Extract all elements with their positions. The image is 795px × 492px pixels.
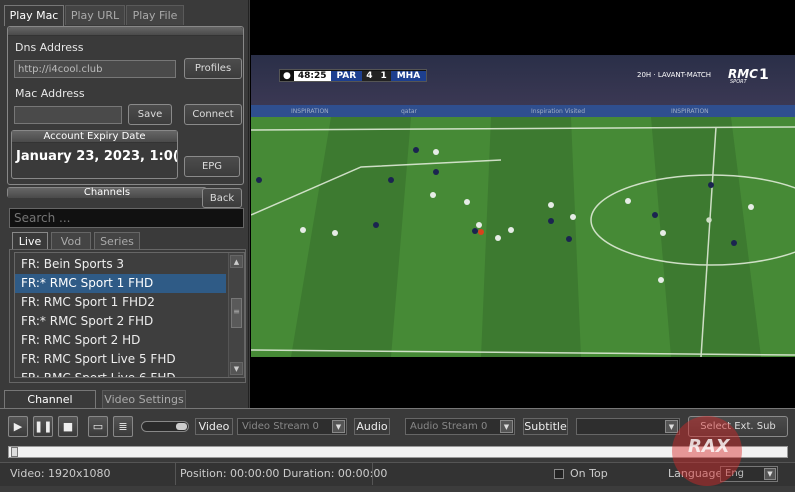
expiry-value: January 23, 2023, 1:0(: [16, 149, 177, 164]
subtitle-select[interactable]: ▼: [576, 418, 680, 435]
dns-input[interactable]: http://i4cool.club: [14, 60, 176, 78]
epg-button[interactable]: EPG: [184, 156, 240, 177]
channels-header: Channels: [7, 187, 207, 198]
watermark-logo: RAX: [672, 416, 742, 486]
tab-channel-settings[interactable]: Channel Settings: [4, 390, 96, 423]
audio-label: Audio: [354, 418, 390, 435]
ball-icon: ●: [283, 70, 291, 81]
chevron-down-icon[interactable]: ▼: [500, 420, 513, 433]
seek-bar[interactable]: [8, 446, 788, 458]
channel-item[interactable]: FR: RMC Sport Live 6 FHD: [15, 369, 226, 377]
channels-label: Channels: [8, 188, 206, 198]
video-area[interactable]: INSPIRATION qatar Inspiration Visited INSPI…: [250, 0, 795, 410]
channel-logo-sub: SPORT: [730, 79, 747, 85]
video-stream-value: Video Stream 0: [242, 421, 319, 432]
on-top-checkbox[interactable]: [554, 469, 564, 479]
mac-label: Mac Address: [15, 87, 85, 100]
chevron-down-icon[interactable]: ▼: [665, 420, 678, 433]
channel-item[interactable]: FR: RMC Sport Live 5 FHD: [15, 350, 226, 369]
on-top-label: On Top: [570, 467, 608, 480]
tab-vod[interactable]: Vod: [51, 232, 91, 250]
channel-scrollbar[interactable]: ▲ ≡ ▼: [228, 253, 244, 377]
home-team: PAR: [330, 70, 363, 81]
svg-text:INSPIRATION: INSPIRATION: [671, 108, 709, 115]
match-clock: 48:25: [293, 70, 331, 81]
match-image: INSPIRATION qatar Inspiration Visited INSPI…: [251, 55, 795, 357]
expiry-label: Account Expiry Date: [12, 131, 177, 143]
tab-play-url[interactable]: Play URL: [65, 5, 125, 25]
stop-icon[interactable]: ■: [58, 416, 78, 437]
svg-text:INSPIRATION: INSPIRATION: [291, 108, 329, 115]
search-input[interactable]: [9, 208, 244, 228]
svg-text:qatar: qatar: [401, 108, 418, 115]
tab-play-mac[interactable]: Play Mac: [4, 5, 64, 26]
expiry-group: Account Expiry Date January 23, 2023, 1:…: [11, 130, 178, 179]
away-team: MHA: [390, 70, 427, 81]
video-label: Video: [195, 418, 233, 435]
tab-series[interactable]: Series: [94, 232, 140, 250]
volume-thumb[interactable]: [176, 423, 187, 430]
dns-label: Dns Address: [15, 41, 84, 54]
scroll-up-icon[interactable]: ▲: [230, 255, 243, 268]
pause-icon[interactable]: ❚❚: [33, 416, 53, 437]
video-resolution: Video: 1920x1080: [10, 467, 111, 480]
channel-item[interactable]: FR: Bein Sports 3: [15, 255, 226, 274]
tab-play-file[interactable]: Play File: [126, 5, 184, 25]
channel-item[interactable]: FR:* RMC Sport 2 FHD: [15, 312, 226, 331]
video-frame[interactable]: INSPIRATION qatar Inspiration Visited INSPI…: [251, 55, 795, 357]
channel-list[interactable]: FR: Bein Sports 3 FR:* RMC Sport 1 FHD F…: [14, 252, 245, 378]
home-score: 4: [362, 70, 377, 81]
broadcast-tag: 20H · LAVANT-MATCH: [637, 71, 712, 79]
seek-thumb[interactable]: [11, 447, 18, 457]
audio-stream-value: Audio Stream 0: [410, 421, 488, 432]
profiles-button[interactable]: Profiles: [184, 58, 242, 79]
tab-live[interactable]: Live: [12, 232, 48, 250]
subtitle-label: Subtitle: [523, 418, 568, 435]
position-duration: Position: 00:00:00 Duration: 00:00:00: [180, 467, 388, 480]
connect-button[interactable]: Connect: [184, 104, 242, 125]
left-panel: Play Mac Play URL Play File Dns Address …: [0, 0, 249, 410]
back-button[interactable]: Back: [202, 188, 242, 208]
scorebug: ● 48:25 PAR 4 1 MHA: [279, 69, 428, 82]
watermark-text: RAX: [688, 436, 730, 457]
svg-text:Inspiration Visited: Inspiration Visited: [531, 108, 585, 115]
channel-item[interactable]: FR: RMC Sport 2 HD: [15, 331, 226, 350]
away-score: 1: [376, 70, 391, 81]
chevron-down-icon[interactable]: ▼: [332, 420, 345, 433]
play-icon[interactable]: ▶: [8, 416, 28, 437]
channel-item-selected[interactable]: FR:* RMC Sport 1 FHD: [15, 274, 226, 293]
mac-input[interactable]: [14, 106, 122, 124]
tab-video-settings[interactable]: Video Settings: [102, 390, 186, 408]
scroll-down-icon[interactable]: ▼: [230, 362, 243, 375]
channel-item[interactable]: FR: RMC Sport 1 FHD2: [15, 293, 226, 312]
scroll-thumb[interactable]: ≡: [231, 298, 242, 328]
fullscreen-icon[interactable]: ▭: [88, 416, 108, 437]
video-stream-select[interactable]: Video Stream 0 ▼: [237, 418, 347, 435]
audio-stream-select[interactable]: Audio Stream 0 ▼: [405, 418, 515, 435]
chevron-down-icon[interactable]: ▼: [764, 468, 776, 480]
playlist-icon[interactable]: ≣: [113, 416, 133, 437]
volume-slider[interactable]: [141, 421, 189, 432]
channel-number: 1: [759, 67, 769, 83]
save-button[interactable]: Save: [128, 104, 172, 125]
